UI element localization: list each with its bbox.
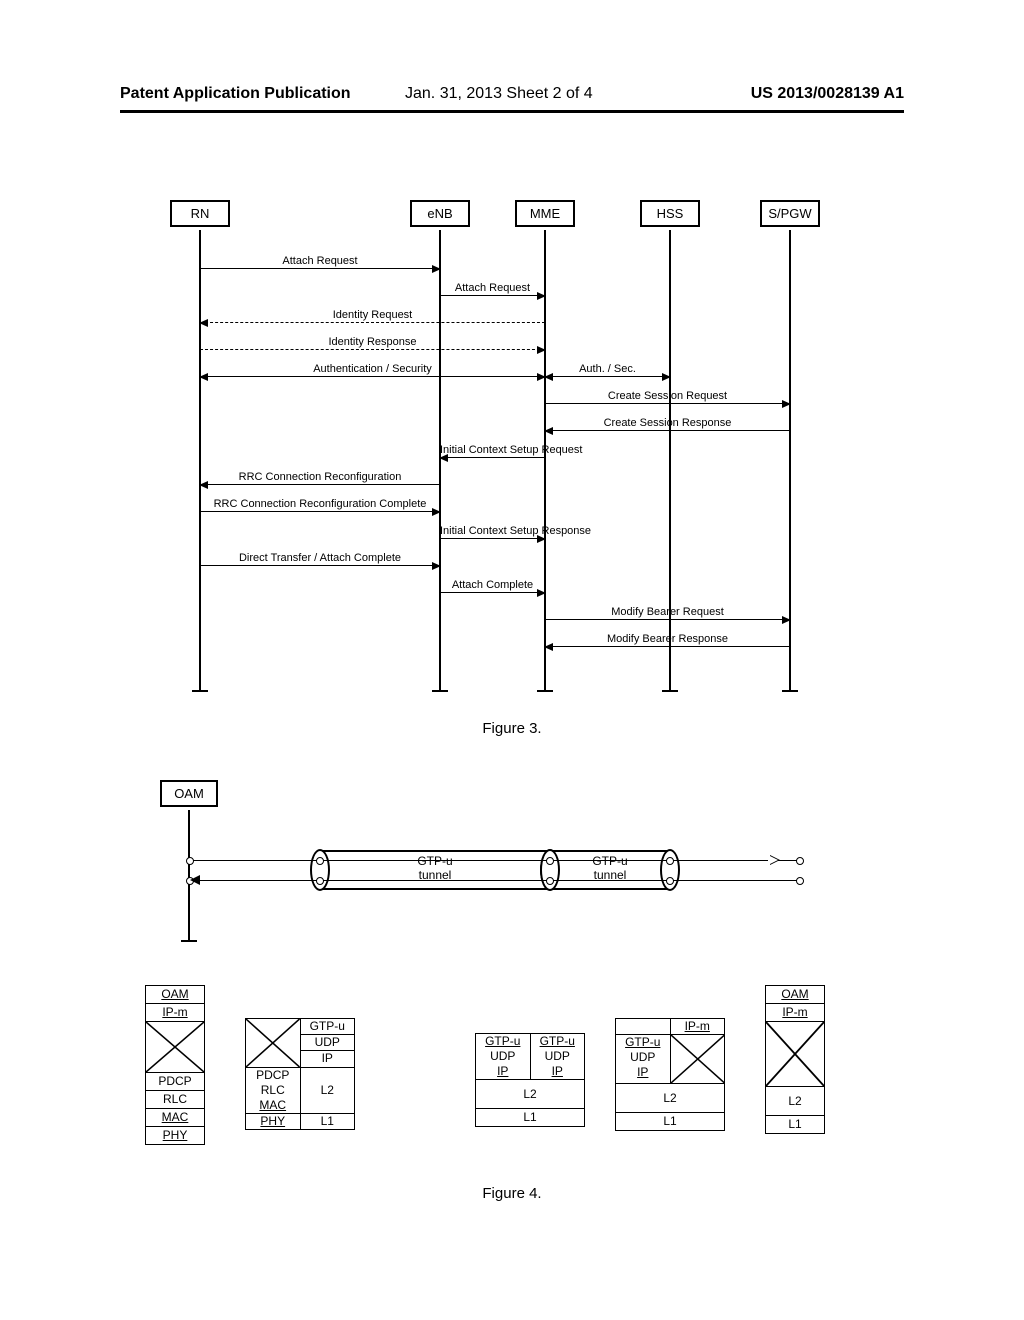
stack-oam: OAM IP-m L2 L1	[765, 985, 825, 1134]
seq-msg-label: Create Session Response	[545, 417, 790, 429]
seq-msg: Attach Request	[440, 282, 545, 296]
seq-msg: Modify Bearer Request	[545, 606, 790, 620]
header-pub-number: US 2013/0028139 A1	[751, 85, 904, 103]
gtpu-tunnel-1: GTP-u tunnel	[310, 850, 560, 890]
header-publication: Patent Application Publication	[120, 85, 351, 103]
figure4-caption: Figure 4.	[0, 1185, 1024, 1202]
seq-msg: Identity Response	[200, 336, 545, 350]
seq-msg-label: Modify Bearer Response	[545, 633, 790, 645]
seq-msg: Attach Request	[200, 255, 440, 269]
seq-msg-label: RRC Connection Reconfiguration Complete	[200, 498, 440, 510]
seq-msg: Identity Request	[200, 309, 545, 323]
seq-msg-label: RRC Connection Reconfiguration	[200, 471, 440, 483]
seq-msg-label: Attach Request	[200, 255, 440, 267]
seq-node-enb: eNB	[410, 200, 470, 227]
seq-msg: Direct Transfer / Attach Complete	[200, 552, 440, 566]
seq-node-rn: RN	[170, 200, 230, 227]
seq-msg: Attach Complete	[440, 579, 545, 593]
seq-msg-label: Direct Transfer / Attach Complete	[200, 552, 440, 564]
stack-pgw: GTP-u UDP IP IP-m L2 L1	[615, 1018, 725, 1131]
seq-msg: Initial Context Setup Request	[440, 444, 545, 458]
header-rule	[120, 110, 904, 113]
gtpu-tunnel-2: GTP-u tunnel	[540, 850, 680, 890]
seq-msg-label: Auth. / Sec.	[545, 363, 670, 375]
seq-node-spgw: S/PGW	[760, 200, 820, 227]
seq-msg-label: Modify Bearer Request	[545, 606, 790, 618]
seq-msg: Create Session Response	[545, 417, 790, 431]
seq-msg: Modify Bearer Response	[545, 633, 790, 647]
seq-msg: Create Session Request	[545, 390, 790, 404]
seq-msg-label: Attach Request	[440, 282, 545, 294]
seq-msg: Authentication / Security	[200, 363, 545, 377]
seq-msg-label: Create Session Request	[545, 390, 790, 402]
seq-msg-label: Identity Request	[200, 309, 545, 321]
figure3-sequence-diagram: RN eNB MME HSS S/PGW Attach Request Attac…	[170, 200, 855, 700]
seq-node-mme: MME	[515, 200, 575, 227]
stack-sgw: GTP-u UDP IP GTP-u UDP IP L2 L1	[475, 1033, 585, 1127]
stack-enb: GTP-u UDP IP PDCP RLC MAC L2 PHY L1	[245, 1018, 355, 1130]
figure4-tunnel-diagram: RN eNB SGW PGW OAM GTP-u tunnel GTP-u tu…	[160, 780, 870, 950]
seq-msg-label: Initial Context Setup Response	[440, 525, 545, 537]
seq-msg: Initial Context Setup Response	[440, 525, 545, 539]
tun-node-oam: OAM	[160, 780, 218, 807]
seq-msg-label: Authentication / Security	[200, 363, 545, 375]
stack-rn: OAM IP-m PDCP RLC MAC PHY	[145, 985, 205, 1145]
seq-msg-label: Identity Response	[200, 336, 545, 348]
seq-msg: RRC Connection Reconfiguration Complete	[200, 498, 440, 512]
seq-node-hss: HSS	[640, 200, 700, 227]
seq-msg: Auth. / Sec.	[545, 363, 670, 377]
figure3-caption: Figure 3.	[0, 720, 1024, 737]
figure4-protocol-stacks: OAM IP-m PDCP RLC MAC PHY GTP-u UDP IP P…	[145, 985, 885, 1175]
seq-msg-label: Attach Complete	[440, 579, 545, 591]
seq-msg-label: Initial Context Setup Request	[440, 444, 545, 456]
header-date-sheet: Jan. 31, 2013 Sheet 2 of 4	[405, 85, 593, 103]
seq-msg: RRC Connection Reconfiguration	[200, 471, 440, 485]
